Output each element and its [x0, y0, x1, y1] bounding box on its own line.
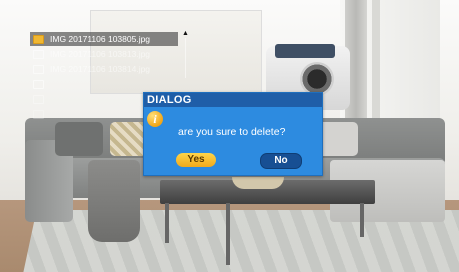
table-leg: [360, 203, 364, 237]
file-list-item[interactable]: IMG 20171106 103805.jpg: [30, 32, 178, 46]
delete-dialog: DIALOG i are you sure to delete? Yes No: [143, 92, 323, 176]
file-list-item[interactable]: [30, 77, 190, 91]
yes-button[interactable]: Yes: [176, 153, 216, 167]
cushion: [55, 122, 103, 156]
scroll-up-icon[interactable]: ▲: [182, 30, 189, 37]
projector-lens: [300, 62, 334, 96]
file-name: IMG 20171106 103814.jpg: [50, 64, 151, 74]
file-name: IMG 20171106 103813.jpg: [50, 49, 151, 59]
table-leg: [165, 203, 169, 243]
file-list-item[interactable]: IMG 20171106 103813.jpg: [30, 47, 190, 61]
info-icon: i: [147, 111, 163, 127]
file-list-item[interactable]: IMG 20171106 103814.jpg: [30, 62, 190, 76]
image-file-icon: [33, 79, 44, 89]
image-file-icon: [33, 64, 44, 74]
image-file-icon: [33, 109, 44, 119]
dialog-title: DIALOG: [144, 93, 322, 107]
image-file-icon: [33, 94, 44, 104]
table-leg: [226, 203, 230, 265]
image-file-icon: [33, 49, 44, 59]
scrollbar[interactable]: [185, 38, 186, 78]
file-name: IMG 20171106 103805.jpg: [50, 34, 151, 44]
projector-top: [275, 44, 335, 58]
folder-icon: [33, 34, 44, 44]
no-button[interactable]: No: [260, 153, 302, 169]
throw-blanket: [88, 160, 140, 242]
bowl: [232, 177, 284, 189]
dialog-message: are you sure to delete?: [178, 126, 286, 138]
